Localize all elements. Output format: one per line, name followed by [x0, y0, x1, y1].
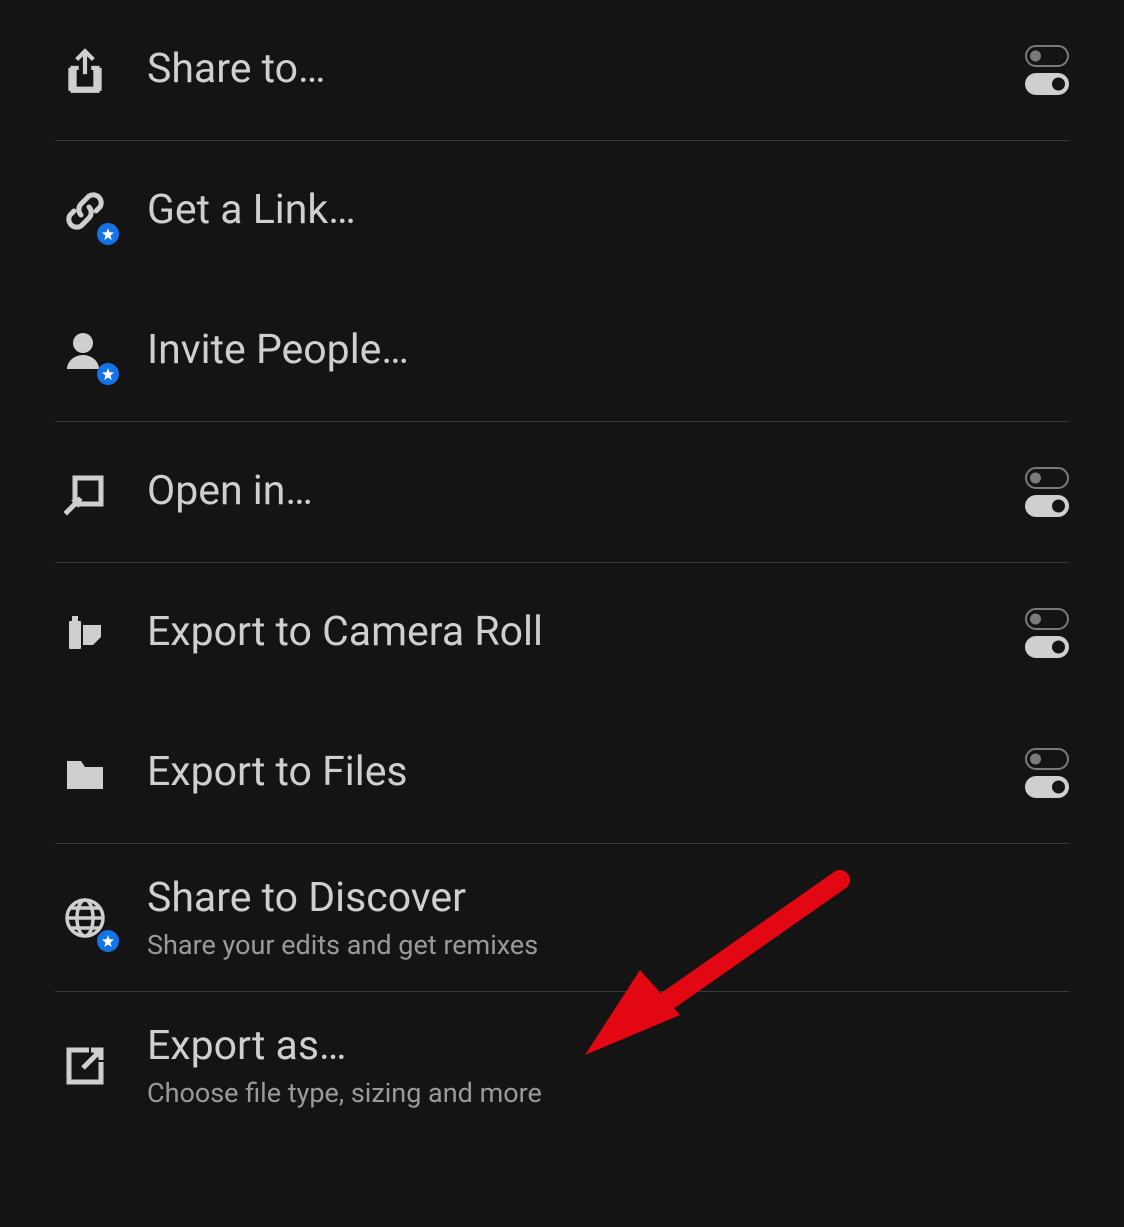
menu-item-sublabel: Choose file type, sizing and more: [147, 1077, 1069, 1109]
menu-item-label: Export as…: [147, 1022, 1069, 1071]
settings-toggles-icon[interactable]: [1025, 45, 1069, 95]
menu-item-open-in[interactable]: Open in…: [0, 422, 1124, 562]
menu-item-export-as[interactable]: Export as… Choose file type, sizing and …: [0, 992, 1124, 1139]
menu-item-export-camera-roll[interactable]: Export to Camera Roll: [0, 563, 1124, 703]
menu-item-label: Open in…: [147, 467, 1005, 516]
menu-item-label: Invite People…: [147, 326, 1069, 375]
share-export-menu: Share to… Get a Link…: [0, 0, 1124, 1139]
menu-item-label: Get a Link…: [147, 186, 1069, 235]
settings-toggles-icon[interactable]: [1025, 467, 1069, 517]
menu-item-label: Export to Camera Roll: [147, 608, 1005, 657]
camera-roll-icon: [55, 603, 115, 663]
globe-icon: [55, 888, 115, 948]
menu-item-invite-people[interactable]: Invite People…: [0, 281, 1124, 421]
menu-item-export-files[interactable]: Export to Files: [0, 703, 1124, 843]
menu-item-label: Share to Discover: [147, 874, 1069, 923]
link-icon: [55, 181, 115, 241]
settings-toggles-icon[interactable]: [1025, 608, 1069, 658]
share-icon: [55, 40, 115, 100]
premium-badge-icon: [97, 223, 119, 245]
export-icon: [55, 1036, 115, 1096]
menu-item-label: Export to Files: [147, 748, 1005, 797]
person-icon: [55, 321, 115, 381]
menu-item-get-link[interactable]: Get a Link…: [0, 141, 1124, 281]
folder-icon: [55, 743, 115, 803]
menu-item-label: Share to…: [147, 45, 1005, 94]
premium-badge-icon: [97, 363, 119, 385]
premium-badge-icon: [97, 930, 119, 952]
menu-item-share-discover[interactable]: Share to Discover Share your edits and g…: [0, 844, 1124, 991]
menu-item-share-to[interactable]: Share to…: [0, 0, 1124, 140]
open-in-icon: [55, 462, 115, 522]
settings-toggles-icon[interactable]: [1025, 748, 1069, 798]
menu-item-sublabel: Share your edits and get remixes: [147, 929, 1069, 961]
